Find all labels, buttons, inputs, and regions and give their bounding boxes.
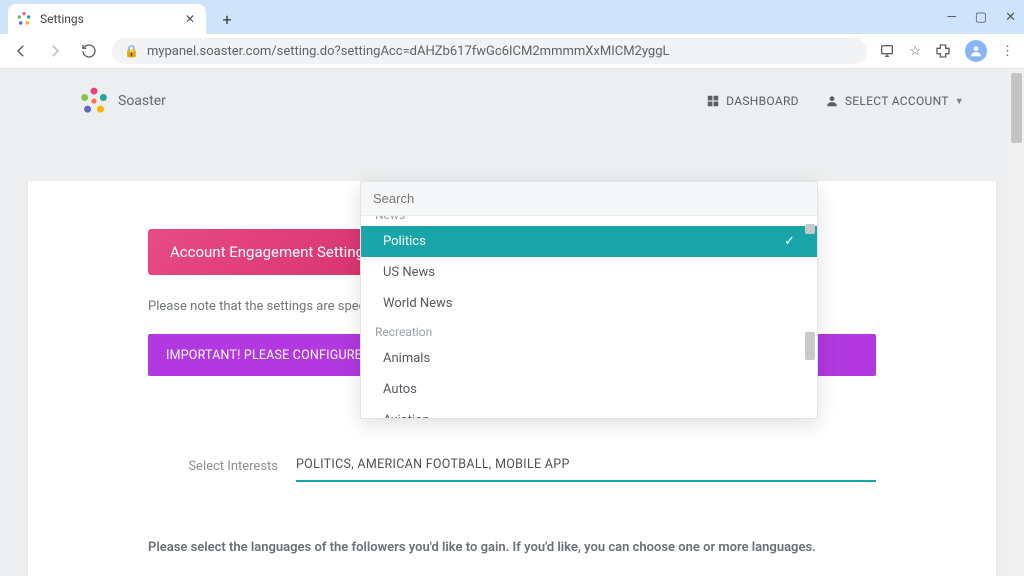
languages-prompt: Please select the languages of the follo… (148, 540, 876, 555)
dropdown-item-autos[interactable]: Autos (361, 374, 817, 405)
nav-dashboard[interactable]: DASHBOARD (706, 94, 799, 108)
dropdown-item-aviation[interactable]: Aviation (361, 405, 817, 418)
dropdown-scroll-up-icon[interactable] (805, 224, 815, 234)
dropdown-item-world-news[interactable]: World News (361, 288, 817, 319)
extensions-icon[interactable] (935, 43, 951, 59)
brand[interactable]: Soaster (80, 87, 166, 115)
dropdown-scrollbar[interactable] (803, 220, 817, 418)
dropdown-item-label: US News (383, 265, 435, 280)
nav-dashboard-label: DASHBOARD (726, 94, 799, 108)
interests-input[interactable]: POLITICS, AMERICAN FOOTBALL, MOBILE APP (296, 451, 876, 482)
dropdown-list[interactable]: News Politics ✓ US News World News Recre… (361, 216, 817, 418)
page-scrollbar-thumb[interactable] (1011, 73, 1022, 143)
dropdown-item-label: World News (383, 296, 453, 311)
app-window: Settings ✕ + — ▢ ✕ 🔒 mypanel.soaster.com… (0, 0, 1024, 576)
interests-label: Select Interests (148, 459, 278, 474)
app-header: Soaster DASHBOARD SELECT ACCOUNT ▼ (0, 69, 1024, 133)
reload-icon[interactable] (78, 40, 100, 62)
user-icon (825, 94, 839, 108)
dropdown-search-row (361, 182, 817, 216)
back-icon[interactable] (10, 40, 32, 62)
window-controls: — ▢ ✕ (947, 0, 1016, 34)
dropdown-item-animals[interactable]: Animals (361, 343, 817, 374)
toolbar-right: ☆ ⋮ (879, 40, 1014, 62)
page-scrollbar[interactable] (1009, 69, 1024, 576)
nav-select-account[interactable]: SELECT ACCOUNT ▼ (825, 94, 964, 108)
interests-dropdown: News Politics ✓ US News World News Recre… (360, 181, 818, 419)
dropdown-item-label: Politics (383, 234, 426, 249)
address-url: mypanel.soaster.com/setting.do?settingAc… (147, 44, 670, 59)
browser-titlebar: Settings ✕ + — ▢ ✕ (0, 0, 1024, 34)
dropdown-item-label: Animals (383, 351, 430, 366)
address-bar[interactable]: 🔒 mypanel.soaster.com/setting.do?setting… (112, 38, 867, 64)
dropdown-scrollbar-thumb[interactable] (805, 332, 815, 360)
page-viewport: Soaster DASHBOARD SELECT ACCOUNT ▼ (0, 69, 1024, 576)
nav-select-account-label: SELECT ACCOUNT (845, 94, 949, 108)
forward-icon[interactable] (44, 40, 66, 62)
tab-close-icon[interactable]: ✕ (184, 13, 196, 25)
new-tab-button[interactable]: + (214, 6, 240, 32)
dropdown-item-label: Aviation (383, 413, 430, 418)
close-window-icon[interactable]: ✕ (1005, 10, 1016, 25)
dropdown-search-input[interactable] (371, 190, 811, 207)
install-app-icon[interactable] (879, 43, 895, 59)
dashboard-icon (706, 94, 720, 108)
minimize-icon[interactable]: — (947, 10, 957, 25)
dropdown-item-politics[interactable]: Politics ✓ (361, 226, 817, 257)
dropdown-group-label: Recreation (361, 319, 817, 343)
browser-toolbar: 🔒 mypanel.soaster.com/setting.do?setting… (0, 34, 1024, 69)
kebab-menu-icon[interactable]: ⋮ (1001, 44, 1014, 59)
interests-row: Select Interests POLITICS, AMERICAN FOOT… (148, 451, 876, 482)
dropdown-item-us-news[interactable]: US News (361, 257, 817, 288)
page-title: Account Engagement Settings (148, 229, 394, 275)
lock-icon: 🔒 (124, 44, 139, 58)
profile-avatar[interactable] (965, 40, 987, 62)
app-topnav: DASHBOARD SELECT ACCOUNT ▼ (706, 94, 964, 108)
dropdown-group-label: News (361, 216, 817, 226)
maximize-icon[interactable]: ▢ (975, 10, 987, 25)
tab-title: Settings (40, 12, 184, 26)
tab-favicon (16, 11, 32, 27)
browser-tab[interactable]: Settings ✕ (8, 4, 206, 34)
brand-logo-icon (80, 87, 108, 115)
brand-name: Soaster (118, 93, 166, 109)
check-icon: ✓ (784, 234, 795, 249)
dropdown-item-label: Autos (383, 382, 417, 397)
chevron-down-icon: ▼ (955, 96, 964, 107)
star-icon[interactable]: ☆ (909, 44, 921, 59)
